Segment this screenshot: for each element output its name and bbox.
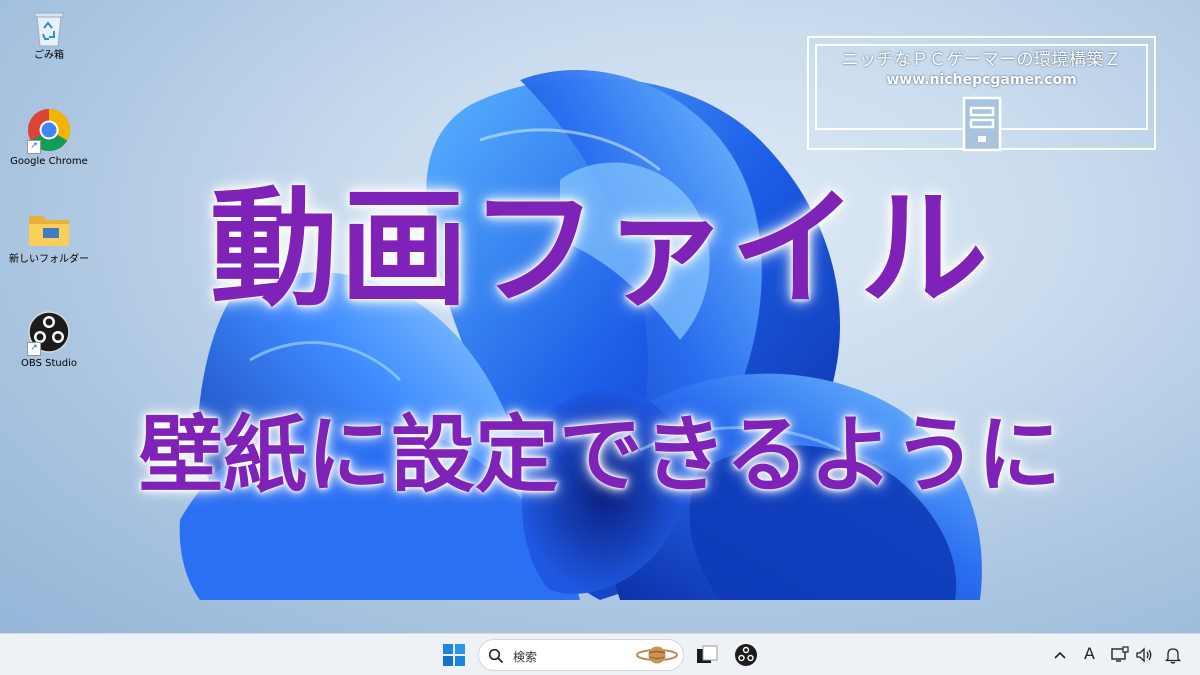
desktop-icon-google-chrome[interactable]: ↗ Google Chrome <box>6 106 92 168</box>
shortcut-arrow-icon: ↗ <box>27 140 41 154</box>
taskbar-obs-studio[interactable] <box>733 642 759 668</box>
recycle-bin-icon <box>31 8 67 48</box>
desktop-icon-label: Google Chrome <box>10 156 88 167</box>
ime-indicator[interactable]: A <box>1084 644 1095 663</box>
brand-badge: ニッチなＰＣゲーマーの環境構築Ｚ www.nichepcgamer.com <box>807 36 1156 152</box>
volume-icon[interactable] <box>1134 644 1154 666</box>
brand-url: www.nichepcgamer.com <box>886 72 1077 88</box>
pc-tower-icon <box>962 96 1002 152</box>
overlay-title: 動画ファイル <box>209 175 990 324</box>
windows-start-icon <box>443 644 465 666</box>
overlay-subtitle: 壁紙に設定できるように <box>138 406 1062 504</box>
obs-studio-icon <box>735 644 757 666</box>
network-icon[interactable] <box>1110 644 1130 666</box>
search-placeholder: 検索 <box>513 650 538 664</box>
task-view-icon <box>697 645 718 663</box>
chevron-up-icon[interactable] <box>1052 644 1068 666</box>
search-icon <box>488 648 504 664</box>
search-highlight-saturn-icon <box>636 646 678 664</box>
taskbar: 検索 A <box>0 633 1200 675</box>
task-view-button[interactable] <box>694 642 720 668</box>
shortcut-arrow-icon: ↗ <box>27 342 41 356</box>
brand-title: ニッチなＰＣゲーマーの環境構築Ｚ <box>841 50 1122 70</box>
notification-bell-icon[interactable] <box>1164 644 1182 666</box>
desktop[interactable]: ごみ箱 ↗ Google Chrome 新しいフォルダー ↗ OBS Studi… <box>0 0 1200 633</box>
desktop-icon-label: OBS Studio <box>21 358 77 369</box>
chrome-icon: ↗ <box>25 106 73 154</box>
start-button[interactable] <box>441 642 467 668</box>
taskbar-search-box[interactable]: 検索 <box>478 639 684 671</box>
desktop-icon-recycle-bin[interactable]: ごみ箱 <box>6 8 92 62</box>
desktop-icon-label: ごみ箱 <box>34 50 64 61</box>
